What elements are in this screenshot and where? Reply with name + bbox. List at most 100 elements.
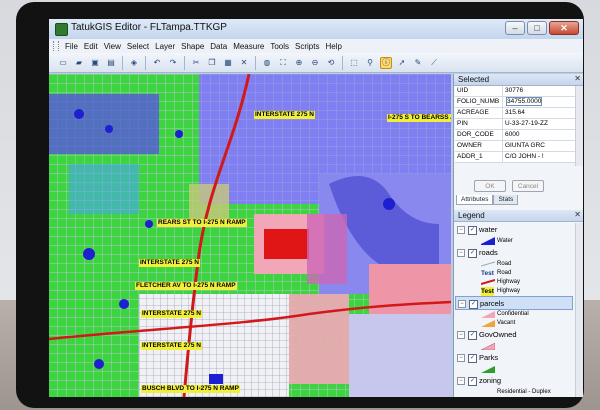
toolbar-separator	[145, 55, 146, 70]
attr-value[interactable]: 6000	[503, 130, 575, 140]
menu-data[interactable]: Data	[207, 42, 230, 51]
zoom-out-icon[interactable]: ⊖	[309, 57, 321, 69]
cut-icon[interactable]: ✂	[190, 57, 202, 69]
toolbar-separator	[255, 55, 256, 70]
zoom-extent-icon[interactable]: ⛶	[277, 57, 289, 69]
menu-help[interactable]: Help	[322, 42, 344, 51]
map-label: INTERSTATE 275 N	[139, 259, 200, 267]
close-button[interactable]: ✕	[549, 21, 579, 35]
identify-icon[interactable]: ⓘ	[380, 56, 392, 69]
layer-checkbox[interactable]: ✓	[468, 354, 477, 363]
legend-layer-govowned[interactable]: − ✓ GovOwned	[455, 328, 573, 342]
toolbar-separator	[342, 55, 343, 70]
menu-file[interactable]: File	[62, 42, 81, 51]
legend-layer-parcels[interactable]: − ✓ parcels	[455, 296, 573, 310]
attr-key: FOLIO_NUMB	[455, 97, 503, 107]
close-icon[interactable]: ✕	[574, 210, 581, 219]
attr-value-input[interactable]: 34755.0000	[506, 97, 543, 106]
layer-checkbox[interactable]: ✓	[469, 300, 478, 309]
minimize-button[interactable]: –	[505, 21, 525, 35]
layer-checkbox[interactable]: ✓	[468, 249, 477, 258]
close-icon[interactable]: ✕	[574, 74, 581, 83]
tab-attributes[interactable]: Attributes	[456, 195, 494, 205]
attr-value[interactable]: GIUNTA GRC	[503, 141, 575, 151]
open-icon[interactable]: ▰	[73, 57, 85, 69]
menu-grip[interactable]	[53, 41, 59, 51]
legend-item: Residential - Duplex	[455, 388, 573, 397]
attr-value[interactable]: C/O JOHN - !	[503, 152, 575, 162]
layer-name: Parks	[479, 353, 499, 362]
cancel-button[interactable]: Cancel	[512, 180, 544, 192]
legend-list: − ✓ water Water − ✓ roads Road Test Road…	[455, 223, 573, 397]
collapse-icon[interactable]: −	[457, 377, 465, 385]
attr-key: ADDR_1	[455, 152, 503, 162]
globe-icon[interactable]: ◍	[261, 57, 273, 69]
attr-value[interactable]: 315.64	[503, 108, 575, 118]
map-label: INTERSTATE 275 N	[141, 310, 202, 318]
measure-icon[interactable]: ⟋	[428, 57, 440, 69]
layer-name: zoning	[479, 376, 502, 385]
collapse-icon[interactable]: −	[457, 249, 465, 257]
collapse-icon[interactable]: −	[458, 300, 466, 308]
new-icon[interactable]: ▭	[57, 57, 69, 69]
collapse-icon[interactable]: −	[457, 226, 465, 234]
delete-icon[interactable]: ✕	[238, 57, 250, 69]
copy-icon[interactable]: ❐	[206, 57, 218, 69]
legend-item: Vacant	[455, 319, 573, 328]
menu-scripts[interactable]: Scripts	[292, 42, 322, 51]
tab-stats[interactable]: Stats	[493, 195, 519, 205]
toolbar: ▭ ▰ ▣ ▤ ◈ ↶ ↷ ✂ ❐ ▦ ✕ ◍ ⛶ ⊕ ⊖ ⟲ ⬚ ⚲ ⓘ ➚ …	[49, 53, 583, 73]
legend-scrollbar[interactable]	[575, 223, 583, 397]
collapse-icon[interactable]: −	[457, 354, 465, 362]
legend-item: Highway	[455, 278, 573, 287]
menu-shape[interactable]: Shape	[178, 42, 207, 51]
layer-name: GovOwned	[479, 330, 517, 339]
refresh-icon[interactable]: ⟲	[325, 57, 337, 69]
attributes-scrollbar[interactable]	[575, 86, 583, 166]
confidential-swatch-icon	[481, 311, 495, 318]
legend-item-label: Vacant	[497, 320, 516, 326]
ok-button[interactable]: OK	[474, 180, 506, 192]
layer-checkbox[interactable]: ✓	[468, 331, 477, 340]
save-icon[interactable]: ▣	[89, 57, 101, 69]
collapse-icon[interactable]: −	[457, 331, 465, 339]
attr-key: DOR_CODE	[455, 130, 503, 140]
search-icon[interactable]: ⚲	[364, 57, 376, 69]
layer-checkbox[interactable]: ✓	[468, 226, 477, 235]
legend-layer-parks[interactable]: − ✓ Parks	[455, 351, 573, 365]
layer-checkbox[interactable]: ✓	[468, 377, 477, 386]
paste-icon[interactable]: ▦	[222, 57, 234, 69]
govowned-swatch-icon	[481, 342, 495, 350]
maximize-button[interactable]: □	[527, 21, 547, 35]
map-canvas	[49, 74, 451, 397]
menu-layer[interactable]: Layer	[152, 42, 178, 51]
legend-layer-roads[interactable]: − ✓ roads	[455, 246, 573, 260]
legend-item-label: Residential - Duplex	[497, 389, 551, 395]
toolbar-separator	[122, 55, 123, 70]
redo-icon[interactable]: ↷	[167, 57, 179, 69]
legend-layer-zoning[interactable]: − ✓ zoning	[455, 374, 573, 388]
attr-key: UID	[455, 86, 503, 96]
select-icon[interactable]: ⬚	[348, 57, 360, 69]
layers-icon[interactable]: ◈	[128, 57, 140, 69]
pointer-icon[interactable]: ➚	[396, 57, 408, 69]
legend-layer-water[interactable]: − ✓ water	[455, 223, 573, 237]
edit-icon[interactable]: ✎	[412, 57, 424, 69]
zoom-in-icon[interactable]: ⊕	[293, 57, 305, 69]
attr-value[interactable]: U-33-27-19-ZZ	[503, 119, 575, 129]
legend-item	[455, 365, 573, 374]
legend-item-label: Road	[497, 261, 512, 267]
menu-measure[interactable]: Measure	[230, 42, 267, 51]
selected-panel-title: Selected ✕	[454, 74, 583, 86]
menu-edit[interactable]: Edit	[81, 42, 101, 51]
menu-tools[interactable]: Tools	[267, 42, 292, 51]
menu-view[interactable]: View	[101, 42, 124, 51]
undo-icon[interactable]: ↶	[151, 57, 163, 69]
menu-select[interactable]: Select	[124, 42, 152, 51]
legend-item	[455, 342, 573, 351]
menu-bar: File Edit View Select Layer Shape Data M…	[49, 39, 583, 53]
attr-value[interactable]: 30776	[503, 86, 575, 96]
legend-item: Road	[455, 260, 573, 269]
map-view[interactable]: INTERSTATE 275 N I-275 S TO BEARSS AV RA…	[49, 74, 451, 397]
print-icon[interactable]: ▤	[105, 57, 117, 69]
